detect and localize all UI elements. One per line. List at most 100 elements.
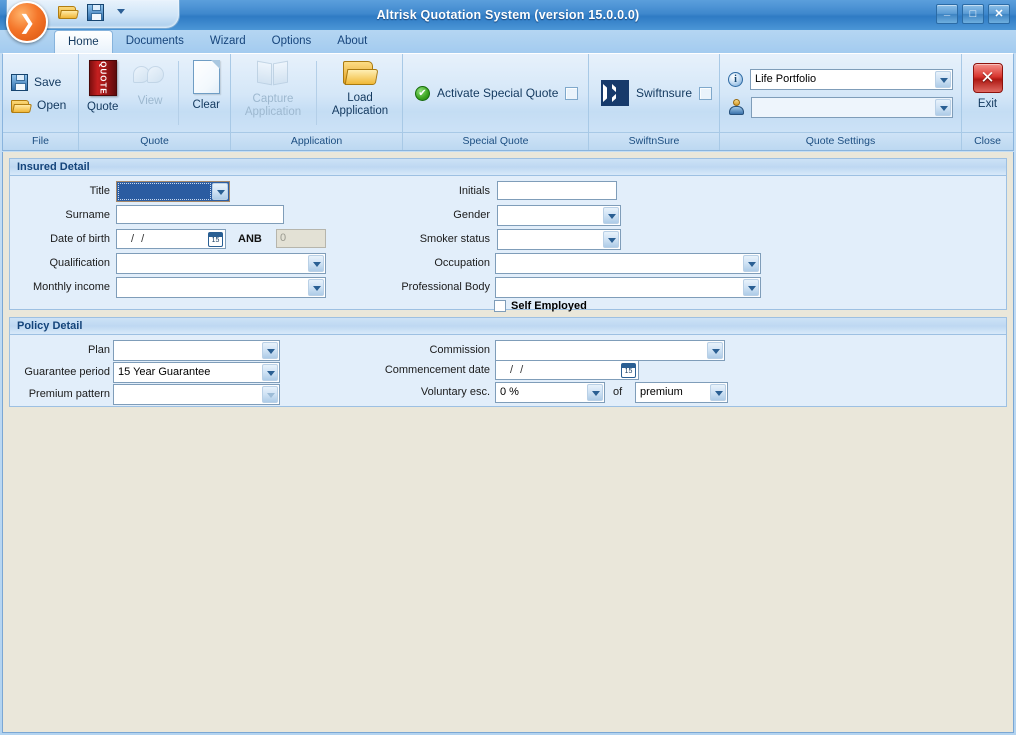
load-label-line2: Application bbox=[331, 105, 389, 117]
guarantee-period-label: Guarantee period bbox=[24, 366, 110, 378]
chevron-down-icon[interactable] bbox=[308, 279, 324, 296]
commencement-date-input[interactable]: / / bbox=[495, 360, 639, 380]
date-of-birth-input[interactable]: / / bbox=[116, 229, 226, 249]
tab-about[interactable]: About bbox=[324, 30, 380, 53]
chevron-down-icon[interactable] bbox=[935, 70, 951, 88]
tab-home[interactable]: Home bbox=[54, 30, 113, 53]
save-button[interactable]: Save bbox=[11, 73, 66, 91]
ribbon-group-close-body: Exit bbox=[962, 54, 1013, 132]
premium-pattern-combo[interactable] bbox=[113, 384, 280, 405]
initials-input[interactable] bbox=[497, 181, 617, 200]
voluntary-esc-of-value: premium bbox=[640, 386, 683, 398]
chevron-down-icon[interactable] bbox=[603, 231, 619, 248]
qat-save-button[interactable] bbox=[87, 3, 107, 23]
tab-documents[interactable]: Documents bbox=[113, 30, 197, 53]
commission-label: Commission bbox=[429, 344, 490, 356]
activate-special-quote-checkbox[interactable] bbox=[565, 86, 579, 100]
occupation-combo[interactable] bbox=[495, 253, 761, 274]
activate-special-quote-label: Activate Special Quote bbox=[437, 86, 559, 100]
ribbon-group-application-title: Application bbox=[231, 132, 402, 150]
chevron-down-icon[interactable] bbox=[212, 183, 228, 200]
ribbon-group-application-body: Capture Application Load Application bbox=[231, 54, 402, 132]
date-of-birth-value: / / bbox=[131, 233, 147, 245]
maximize-button[interactable]: □ bbox=[962, 4, 984, 24]
folder-open-icon bbox=[58, 5, 78, 21]
chevron-down-icon[interactable] bbox=[707, 342, 723, 359]
guarantee-period-combo[interactable]: 15 Year Guarantee bbox=[113, 362, 280, 383]
anb-label: ANB bbox=[238, 233, 262, 245]
professional-body-combo[interactable] bbox=[495, 277, 761, 298]
quote-button[interactable]: QUOTE Quote bbox=[79, 55, 126, 131]
application-menu-orb[interactable]: ❯ bbox=[6, 1, 48, 43]
chevron-down-icon[interactable] bbox=[308, 255, 324, 272]
swiftnsure-checkbox[interactable] bbox=[699, 86, 713, 100]
view-button[interactable]: View bbox=[126, 55, 173, 131]
chevron-down-icon[interactable] bbox=[262, 342, 278, 359]
plan-combo[interactable] bbox=[113, 340, 280, 361]
policy-detail-panel: Policy Detail Plan Guarantee period 15 Y… bbox=[9, 317, 1007, 407]
quick-access-toolbar bbox=[58, 3, 136, 23]
activate-special-quote-row[interactable]: Activate Special Quote bbox=[403, 85, 579, 101]
voluntary-esc-of-combo[interactable]: premium bbox=[635, 382, 728, 403]
swiftnsure-label: Swiftnsure bbox=[636, 86, 693, 100]
exit-button[interactable]: Exit bbox=[965, 58, 1011, 128]
voluntary-esc-label: Voluntary esc. bbox=[420, 386, 490, 398]
commission-combo[interactable] bbox=[495, 340, 725, 361]
title-bar: Altrisk Quotation System (version 15.0.0… bbox=[0, 0, 1016, 43]
self-employed-checkbox[interactable] bbox=[494, 300, 506, 312]
portfolio-combo-value: Life Portfolio bbox=[755, 72, 817, 85]
chevron-down-icon[interactable] bbox=[603, 207, 619, 224]
smoker-status-label: Smoker status bbox=[419, 233, 490, 245]
title-combo[interactable] bbox=[116, 181, 230, 202]
qualification-label: Qualification bbox=[49, 257, 110, 269]
window-title: Altrisk Quotation System (version 15.0.0… bbox=[376, 8, 640, 22]
load-application-button-label: Load Application bbox=[332, 92, 388, 118]
calendar-icon[interactable] bbox=[621, 363, 636, 378]
chevron-down-icon[interactable] bbox=[262, 364, 278, 381]
ribbon-group-special-quote: Activate Special Quote Special Quote bbox=[403, 54, 589, 150]
tab-wizard[interactable]: Wizard bbox=[197, 30, 259, 53]
load-label-line1: Load bbox=[347, 92, 373, 104]
chevron-down-icon[interactable] bbox=[743, 255, 759, 272]
exit-red-x-icon bbox=[972, 63, 1003, 93]
smoker-status-combo[interactable] bbox=[497, 229, 621, 250]
qat-customize-button[interactable] bbox=[116, 3, 136, 23]
swiftnsure-row[interactable]: Swiftnsure bbox=[589, 80, 713, 106]
tab-options[interactable]: Options bbox=[259, 30, 325, 53]
view-glasses-icon bbox=[133, 60, 167, 90]
ribbon-group-quote-settings-body: Life Portfolio bbox=[720, 54, 961, 132]
capture-application-button[interactable]: Capture Application bbox=[234, 55, 312, 131]
floppy-save-icon bbox=[11, 74, 28, 91]
ribbon-separator bbox=[316, 61, 317, 125]
calendar-icon[interactable] bbox=[208, 232, 223, 247]
chevron-down-icon[interactable] bbox=[743, 279, 759, 296]
professional-body-label: Professional Body bbox=[401, 281, 490, 293]
voluntary-esc-combo-value: 0 % bbox=[500, 386, 519, 398]
broker-row bbox=[728, 96, 953, 118]
floppy-save-icon bbox=[87, 4, 104, 21]
exit-button-label: Exit bbox=[977, 98, 998, 110]
minimize-button[interactable]: _ bbox=[936, 4, 958, 24]
ribbon-group-file-title: File bbox=[3, 132, 78, 150]
qat-open-button[interactable] bbox=[58, 3, 78, 23]
gender-combo[interactable] bbox=[497, 205, 621, 226]
portfolio-combo[interactable]: Life Portfolio bbox=[750, 68, 953, 90]
close-button[interactable]: ✕ bbox=[988, 4, 1010, 24]
swiftnsure-chevron-icon bbox=[601, 80, 629, 106]
chevron-down-icon[interactable] bbox=[710, 384, 726, 401]
clear-button[interactable]: Clear bbox=[183, 55, 230, 131]
chevron-down-icon[interactable] bbox=[587, 384, 603, 401]
surname-input[interactable] bbox=[116, 205, 284, 224]
self-employed-row[interactable]: Self Employed bbox=[494, 300, 587, 312]
qualification-combo[interactable] bbox=[116, 253, 326, 274]
voluntary-esc-combo[interactable]: 0 % bbox=[495, 382, 605, 403]
quote-button-label: Quote bbox=[87, 101, 119, 113]
ribbon-group-swiftnsure-body: Swiftnsure bbox=[589, 54, 719, 132]
chevron-down-icon[interactable] bbox=[935, 98, 951, 116]
open-button[interactable]: Open bbox=[11, 97, 66, 113]
ribbon-group-file: Save Open File bbox=[3, 54, 79, 150]
chevron-down-icon[interactable] bbox=[262, 386, 278, 403]
load-application-button[interactable]: Load Application bbox=[321, 55, 399, 131]
monthly-income-combo[interactable] bbox=[116, 277, 326, 298]
broker-combo[interactable] bbox=[751, 96, 953, 118]
